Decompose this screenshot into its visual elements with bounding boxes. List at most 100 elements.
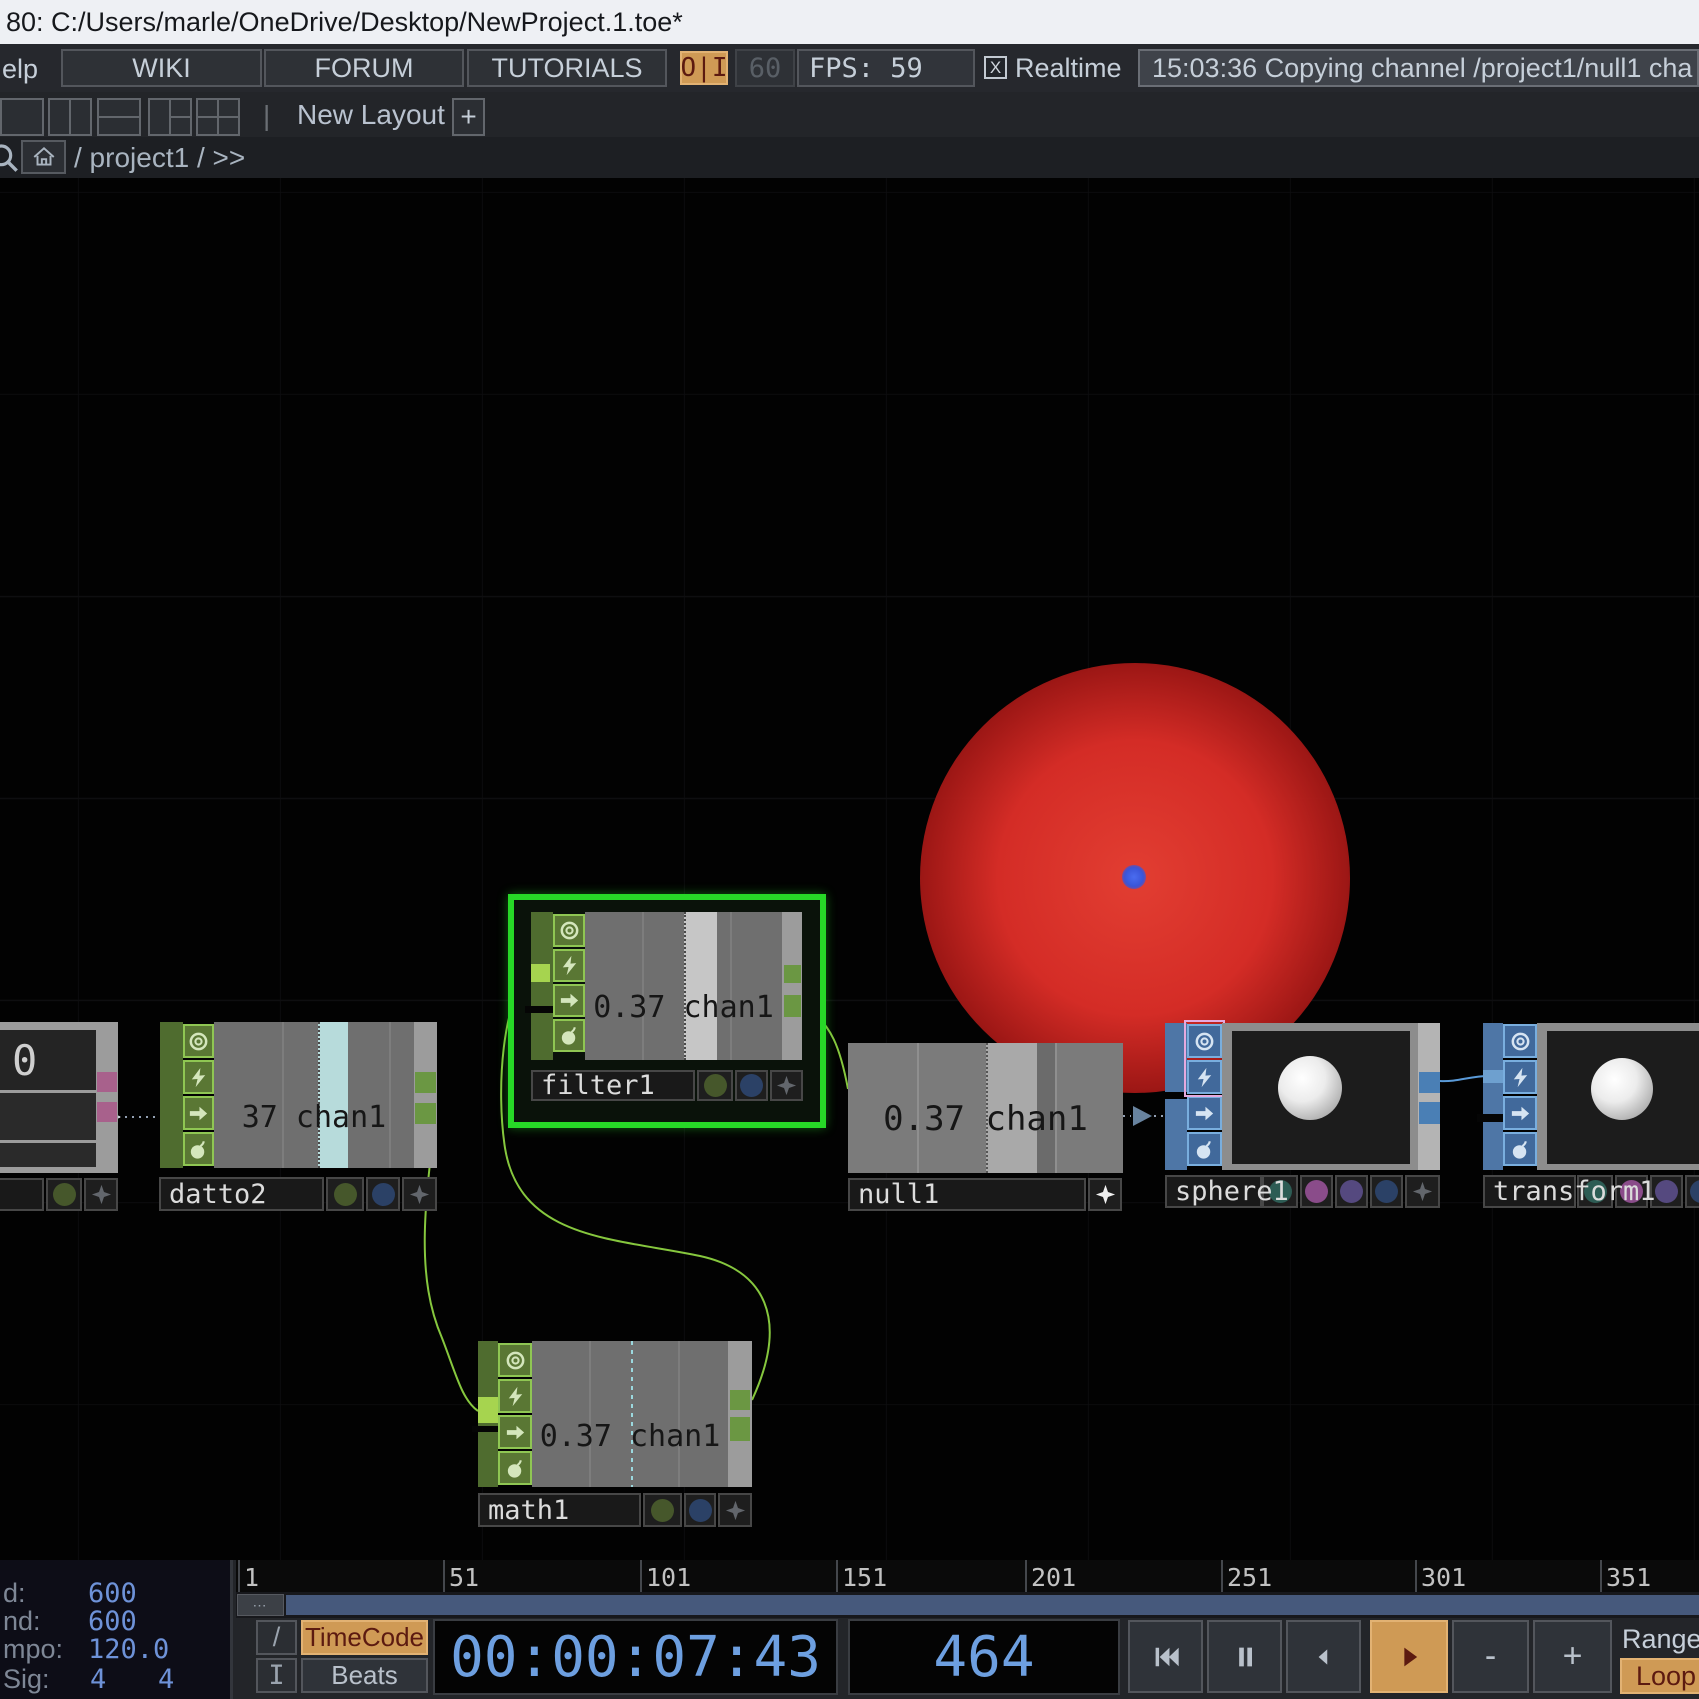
sphere1-flag-dot-magenta[interactable] xyxy=(1300,1175,1333,1208)
null1-star-flag[interactable] xyxy=(1088,1178,1122,1211)
filter1-body[interactable]: 0.37 chan1 xyxy=(585,912,782,1060)
datto2-output-connector-1[interactable] xyxy=(415,1072,436,1093)
bypass-icon[interactable] xyxy=(1503,1060,1537,1094)
cook-bomb-icon[interactable] xyxy=(1187,1132,1222,1166)
transform1-flag-column-bottom[interactable] xyxy=(1483,1122,1503,1170)
dat-output-connector-2[interactable] xyxy=(97,1102,117,1122)
sphere1-star-flag[interactable] xyxy=(1405,1175,1440,1208)
loop-button[interactable]: Loop xyxy=(1620,1658,1699,1694)
datto2-star-flag[interactable] xyxy=(402,1177,437,1211)
node-dat-partial[interactable]: 0 xyxy=(0,1022,118,1173)
export-arrow-icon[interactable] xyxy=(1503,1096,1537,1130)
filter1-flag-column[interactable] xyxy=(531,912,553,1060)
menu-help[interactable]: elp xyxy=(2,54,38,85)
step-forward-frame-button[interactable]: + xyxy=(1533,1620,1612,1693)
node-null1[interactable]: 0.37 chan1 xyxy=(848,1043,1123,1173)
export-arrow-icon[interactable] xyxy=(498,1415,532,1449)
sphere1-flag-column-bottom[interactable] xyxy=(1165,1099,1187,1170)
layout-preset-single[interactable] xyxy=(0,98,44,136)
filter1-star-flag[interactable] xyxy=(770,1070,803,1101)
cook-bomb-icon[interactable] xyxy=(553,1019,585,1052)
viewer-icon[interactable] xyxy=(498,1343,532,1377)
network-editor[interactable]: 0 37 chan1 xyxy=(0,178,1699,1560)
range-handle[interactable]: ⋯ xyxy=(237,1594,284,1616)
transform1-viewport[interactable] xyxy=(1547,1031,1699,1164)
layout-preset-two-vertical[interactable] xyxy=(48,98,92,136)
transform1-flag-dot-blue[interactable] xyxy=(1685,1175,1699,1208)
datto2-name-strip[interactable]: datto2 xyxy=(159,1177,324,1211)
datto2-flag-column[interactable] xyxy=(160,1022,183,1168)
pause-button[interactable] xyxy=(1207,1620,1282,1693)
search-icon[interactable] xyxy=(0,142,20,174)
datto2-output-connector-2[interactable] xyxy=(415,1103,436,1124)
sphere1-name-strip[interactable]: sphere1 xyxy=(1165,1175,1262,1208)
math1-output-connector-2[interactable] xyxy=(730,1417,750,1441)
menu-forum-button[interactable]: FORUM xyxy=(264,49,464,87)
range-bar[interactable] xyxy=(286,1595,1699,1615)
sphere1-flag-dot-purple[interactable] xyxy=(1335,1175,1368,1208)
sphere1-viewport[interactable] xyxy=(1232,1031,1410,1164)
viewer-icon[interactable] xyxy=(1503,1024,1537,1058)
math1-flag-dot-green[interactable] xyxy=(643,1493,682,1527)
add-layout-button[interactable]: + xyxy=(452,98,485,136)
datto2-flag-dot-green[interactable] xyxy=(326,1177,364,1211)
home-button[interactable] xyxy=(21,140,66,174)
sphere1-output-connector-2[interactable] xyxy=(1419,1102,1440,1124)
transform1-input-connector[interactable] xyxy=(1483,1070,1503,1083)
bypass-icon[interactable] xyxy=(183,1060,214,1094)
datto2-body[interactable]: 37 chan1 xyxy=(214,1022,414,1168)
sphere1-output-connector-1[interactable] xyxy=(1419,1072,1440,1093)
dat-star-flag[interactable] xyxy=(84,1178,118,1211)
bypass-icon[interactable] xyxy=(498,1379,532,1413)
node-datto2[interactable]: 37 chan1 xyxy=(160,1020,437,1170)
transform1-flag-column-top[interactable] xyxy=(1483,1023,1503,1114)
filter1-output-connector-2[interactable] xyxy=(784,995,801,1017)
layout-preset-two-horizontal[interactable] xyxy=(97,98,141,136)
units-frames-button[interactable]: / xyxy=(256,1620,297,1655)
transform1-name-strip[interactable]: transform1 xyxy=(1483,1175,1576,1208)
node-sphere1[interactable] xyxy=(1165,1020,1440,1172)
dat-output-connector-1[interactable] xyxy=(97,1072,117,1092)
timeline-ruler[interactable]: 1 51 101 151 201 251 301 351 xyxy=(236,1560,1699,1592)
timecode-display[interactable]: 00:00:07:43 xyxy=(433,1619,838,1695)
filter1-flag-dot-green[interactable] xyxy=(697,1070,733,1101)
export-arrow-icon[interactable] xyxy=(183,1096,214,1130)
math1-name-strip[interactable]: math1 xyxy=(478,1493,641,1527)
menu-tutorials-button[interactable]: TUTORIALS xyxy=(467,49,667,87)
node-filter1[interactable]: 0.37 chan1 xyxy=(531,912,802,1060)
null1-name-strip[interactable]: null1 xyxy=(848,1178,1086,1211)
new-layout-label[interactable]: New Layout xyxy=(297,99,445,131)
bypass-icon[interactable] xyxy=(553,949,585,982)
realtime-checkbox[interactable]: X xyxy=(984,56,1007,79)
math1-body[interactable]: 0.37 chan1 xyxy=(532,1341,728,1487)
units-insert-button[interactable]: I xyxy=(256,1658,297,1693)
viewer-icon[interactable] xyxy=(553,914,585,947)
datto2-flag-dot-blue[interactable] xyxy=(366,1177,400,1211)
filter1-name-strip[interactable]: filter1 xyxy=(531,1070,695,1101)
sphere1-flag-dot-blue[interactable] xyxy=(1370,1175,1403,1208)
cook-bomb-icon[interactable] xyxy=(498,1451,532,1485)
layout-preset-three-pane[interactable] xyxy=(148,98,192,136)
math1-star-flag[interactable] xyxy=(718,1493,752,1527)
rewind-button[interactable] xyxy=(1128,1620,1203,1693)
export-arrow-icon[interactable] xyxy=(1187,1096,1222,1130)
beats-mode-button[interactable]: Beats xyxy=(301,1658,428,1693)
math1-input-connector[interactable] xyxy=(478,1397,498,1423)
filter1-input-connector[interactable] xyxy=(531,964,550,982)
breadcrumb[interactable]: / project1 / >> xyxy=(74,142,245,174)
dat-name-strip[interactable] xyxy=(0,1178,44,1211)
filter1-output-connector-1[interactable] xyxy=(784,965,801,983)
node-math1[interactable]: 0.37 chan1 xyxy=(478,1340,752,1488)
dat-flag-dot[interactable] xyxy=(46,1178,82,1211)
frame-display[interactable]: 464 xyxy=(848,1619,1120,1695)
play-reverse-button[interactable] xyxy=(1286,1620,1361,1693)
viewer-icon[interactable] xyxy=(183,1024,214,1058)
math1-output-connector-1[interactable] xyxy=(730,1390,750,1410)
cook-bomb-icon[interactable] xyxy=(183,1132,214,1166)
midi-oi-badge[interactable]: O|I xyxy=(680,51,728,85)
math1-flag-dot-blue[interactable] xyxy=(684,1493,716,1527)
menu-wiki-button[interactable]: WIKI xyxy=(61,49,262,87)
fps-target[interactable]: 60 xyxy=(735,49,795,87)
step-back-frame-button[interactable]: - xyxy=(1452,1620,1529,1693)
export-arrow-icon[interactable] xyxy=(553,984,585,1017)
